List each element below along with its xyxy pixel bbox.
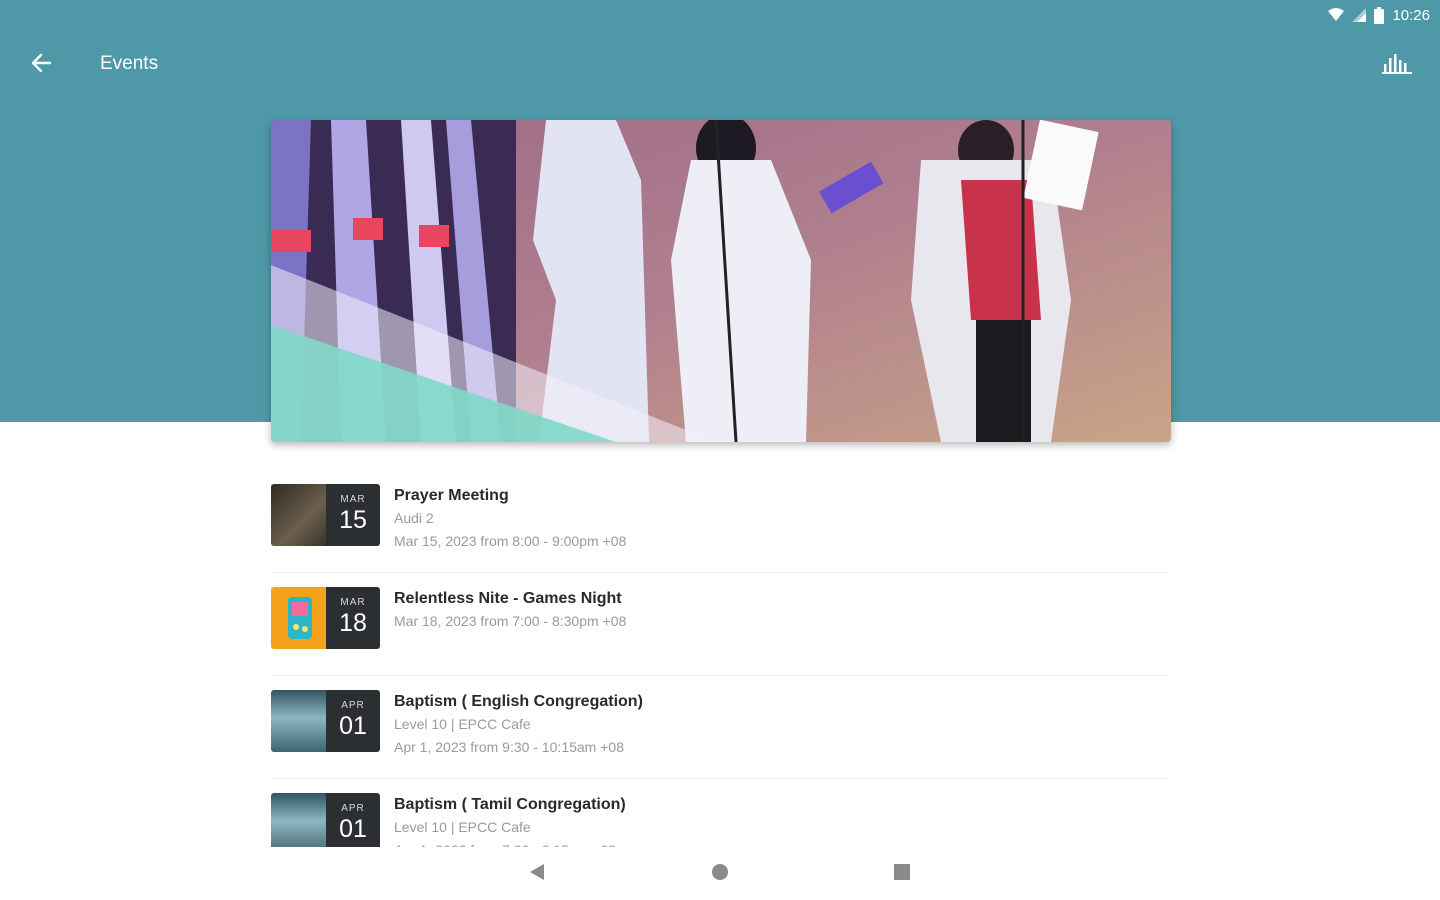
- system-nav-bar: [0, 850, 1440, 900]
- event-title: Baptism ( English Congregation): [394, 693, 643, 710]
- nav-home-button[interactable]: [700, 858, 740, 890]
- date-day: 18: [339, 609, 367, 637]
- event-item-0[interactable]: MAR 15 Prayer Meeting Audi 2 Mar 15, 202…: [271, 470, 1169, 573]
- date-month: APR: [341, 803, 365, 814]
- app-bar: Events: [0, 40, 1440, 90]
- event-thumbnail-photo: [271, 690, 326, 752]
- square-recents-icon: [893, 863, 911, 886]
- event-location: Level 10 | EPCC Cafe: [394, 819, 531, 835]
- event-location: Audi 2: [394, 510, 434, 526]
- wifi-icon: [1328, 8, 1345, 22]
- date-day: 01: [339, 815, 367, 843]
- event-title: Baptism ( Tamil Congregation): [394, 796, 626, 813]
- event-thumbnail-photo: [271, 484, 326, 546]
- back-button[interactable]: [22, 46, 60, 84]
- status-time: 10:26: [1392, 6, 1430, 24]
- event-thumbnail: APR 01: [271, 690, 380, 752]
- event-item-3[interactable]: APR 01 Baptism ( Tamil Congregation) Lev…: [271, 779, 1169, 847]
- date-badge: MAR 18: [326, 587, 380, 649]
- date-badge: APR 01: [326, 793, 380, 847]
- event-location: Level 10 | EPCC Cafe: [394, 716, 531, 732]
- event-thumbnail-photo: [271, 587, 326, 649]
- event-datetime: Mar 15, 2023 from 8:00 - 9:00pm +08: [394, 533, 627, 549]
- signal-icon: [1352, 8, 1367, 22]
- date-badge: MAR 15: [326, 484, 380, 546]
- date-month: MAR: [340, 494, 366, 505]
- event-thumbnail-photo: [271, 793, 326, 847]
- event-banner-image[interactable]: [271, 120, 1171, 442]
- date-day: 15: [339, 506, 367, 534]
- circle-home-icon: [711, 863, 729, 886]
- nav-back-button[interactable]: [517, 858, 557, 890]
- event-thumbnail: APR 01: [271, 793, 380, 847]
- date-month: MAR: [340, 597, 366, 608]
- page-title: Events: [100, 53, 159, 74]
- event-datetime: Apr 1, 2023 from 7:30 - 8:15pm +08: [394, 839, 1169, 847]
- event-item-1[interactable]: MAR 18 Relentless Nite - Games Night Mar…: [271, 573, 1169, 676]
- date-month: APR: [341, 700, 365, 711]
- event-item-2[interactable]: APR 01 Baptism ( English Congregation) L…: [271, 676, 1169, 779]
- event-thumbnail: MAR 18: [271, 587, 380, 649]
- event-list: MAR 15 Prayer Meeting Audi 2 Mar 15, 202…: [271, 470, 1169, 847]
- status-bar: 10:26: [1328, 4, 1430, 26]
- bar-chart-icon: [1382, 52, 1412, 79]
- event-title: Prayer Meeting: [394, 487, 509, 504]
- event-title: Relentless Nite - Games Night: [394, 590, 622, 607]
- triangle-back-icon: [528, 863, 546, 886]
- event-thumbnail: MAR 15: [271, 484, 380, 546]
- nav-recents-button[interactable]: [882, 858, 922, 890]
- stats-button[interactable]: [1376, 46, 1418, 84]
- date-day: 01: [339, 712, 367, 740]
- arrow-back-icon: [30, 52, 52, 79]
- battery-icon: [1374, 6, 1385, 24]
- event-datetime: Mar 18, 2023 from 7:00 - 8:30pm +08: [394, 613, 627, 629]
- date-badge: APR 01: [326, 690, 380, 752]
- event-datetime: Apr 1, 2023 from 9:30 - 10:15am +08: [394, 739, 624, 755]
